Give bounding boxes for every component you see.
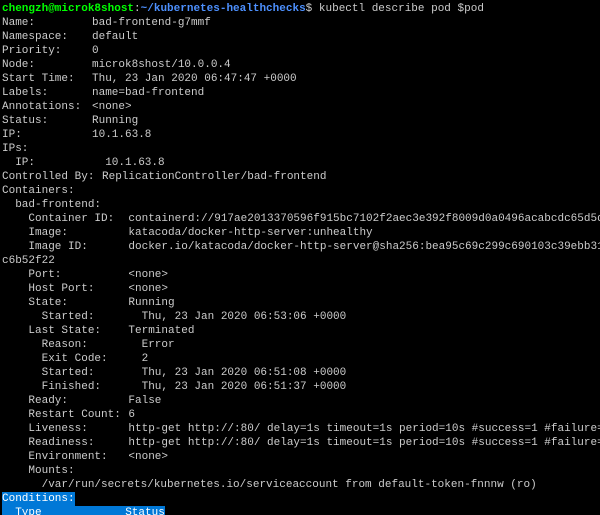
value-state: Running (128, 297, 174, 309)
value-priority: 0 (92, 45, 99, 57)
label-liveness: Liveness: (28, 422, 128, 436)
value-containerid: containerd://917ae2013370596f915bc7102f2… (128, 213, 600, 225)
containers-header: Containers: (2, 184, 598, 198)
value-namespace: default (92, 31, 138, 43)
value-mounts: /var/run/secrets/kubernetes.io/serviceac… (42, 479, 537, 491)
prompt-colon: : (134, 3, 141, 15)
value-image: katacoda/docker-http-server:unhealthy (128, 227, 372, 239)
conditions-columns[interactable]: TypeStatus (2, 506, 165, 515)
label-restartcount: Restart Count: (28, 408, 128, 422)
value-hostport: <none> (128, 283, 168, 295)
label-reason: Reason: (42, 338, 142, 352)
label-status: Status: (2, 114, 92, 128)
conditions-header[interactable]: Conditions: (2, 492, 75, 506)
value-labels: name=bad-frontend (92, 87, 204, 99)
label-ip: IP: (2, 128, 92, 142)
label-readiness: Readiness: (28, 436, 128, 450)
label-ips-sub: IP: (15, 156, 105, 170)
label-name: Name: (2, 16, 92, 30)
value-env: <none> (128, 451, 168, 463)
label-mounts: Mounts: (28, 465, 74, 477)
command: kubectl describe pod $pod (319, 3, 484, 15)
value-laststate: Terminated (128, 325, 194, 337)
label-containerid: Container ID: (28, 212, 128, 226)
col-status: Status (125, 507, 165, 515)
value-readiness: http-get http://:80/ delay=1s timeout=1s… (128, 437, 600, 449)
label-laststate: Last State: (28, 324, 128, 338)
label-env: Environment: (28, 450, 128, 464)
label-node: Node: (2, 58, 92, 72)
label-finished: Finished: (42, 380, 142, 394)
value-starttime: Thu, 23 Jan 2020 06:47:47 +0000 (92, 73, 297, 85)
label-starttime: Start Time: (2, 72, 92, 86)
label-imageid: Image ID: (28, 240, 128, 254)
value-reason: Error (142, 339, 175, 351)
col-type: Type (15, 506, 125, 515)
terminal-output: chengzh@microk8shost:~/kubernetes-health… (0, 0, 600, 515)
prompt-dollar: $ (306, 3, 313, 15)
value-node: microk8shost/10.0.0.4 (92, 59, 231, 71)
value-imageid-wrap: c6b52f22 (2, 255, 55, 267)
value-port: <none> (128, 269, 168, 281)
label-port: Port: (28, 268, 128, 282)
label-ready: Ready: (28, 394, 128, 408)
value-imageid: docker.io/katacoda/docker-http-server@sh… (128, 241, 600, 253)
value-ls-started: Thu, 23 Jan 2020 06:51:08 +0000 (142, 367, 347, 379)
value-ready: False (128, 395, 161, 407)
value-name: bad-frontend-g7mmf (92, 17, 211, 29)
label-image: Image: (28, 226, 128, 240)
value-started: Thu, 23 Jan 2020 06:53:06 +0000 (142, 311, 347, 323)
label-ips: IPs: (2, 143, 28, 155)
value-finished: Thu, 23 Jan 2020 06:51:37 +0000 (142, 381, 347, 393)
label-labels: Labels: (2, 86, 92, 100)
label-annotations: Annotations: (2, 100, 92, 114)
value-status: Running (92, 115, 138, 127)
value-ips-sub: 10.1.63.8 (105, 157, 164, 169)
value-controlledby: ReplicationController/bad-frontend (102, 171, 326, 183)
label-hostport: Host Port: (28, 282, 128, 296)
label-controlledby: Controlled By: (2, 170, 102, 184)
prompt-line[interactable]: chengzh@microk8shost:~/kubernetes-health… (2, 2, 598, 16)
prompt-user: chengzh@microk8shost (2, 3, 134, 15)
label-started: Started: (42, 310, 142, 324)
label-state: State: (28, 296, 128, 310)
value-restartcount: 6 (128, 409, 135, 421)
label-priority: Priority: (2, 44, 92, 58)
container-name: bad-frontend: (15, 199, 101, 211)
label-namespace: Namespace: (2, 30, 92, 44)
label-ls-started: Started: (42, 366, 142, 380)
label-exitcode: Exit Code: (42, 352, 142, 366)
value-ip: 10.1.63.8 (92, 129, 151, 141)
value-liveness: http-get http://:80/ delay=1s timeout=1s… (128, 423, 600, 435)
value-exitcode: 2 (142, 353, 149, 365)
prompt-path: ~/kubernetes-healthchecks (141, 3, 306, 15)
value-annotations: <none> (92, 101, 132, 113)
